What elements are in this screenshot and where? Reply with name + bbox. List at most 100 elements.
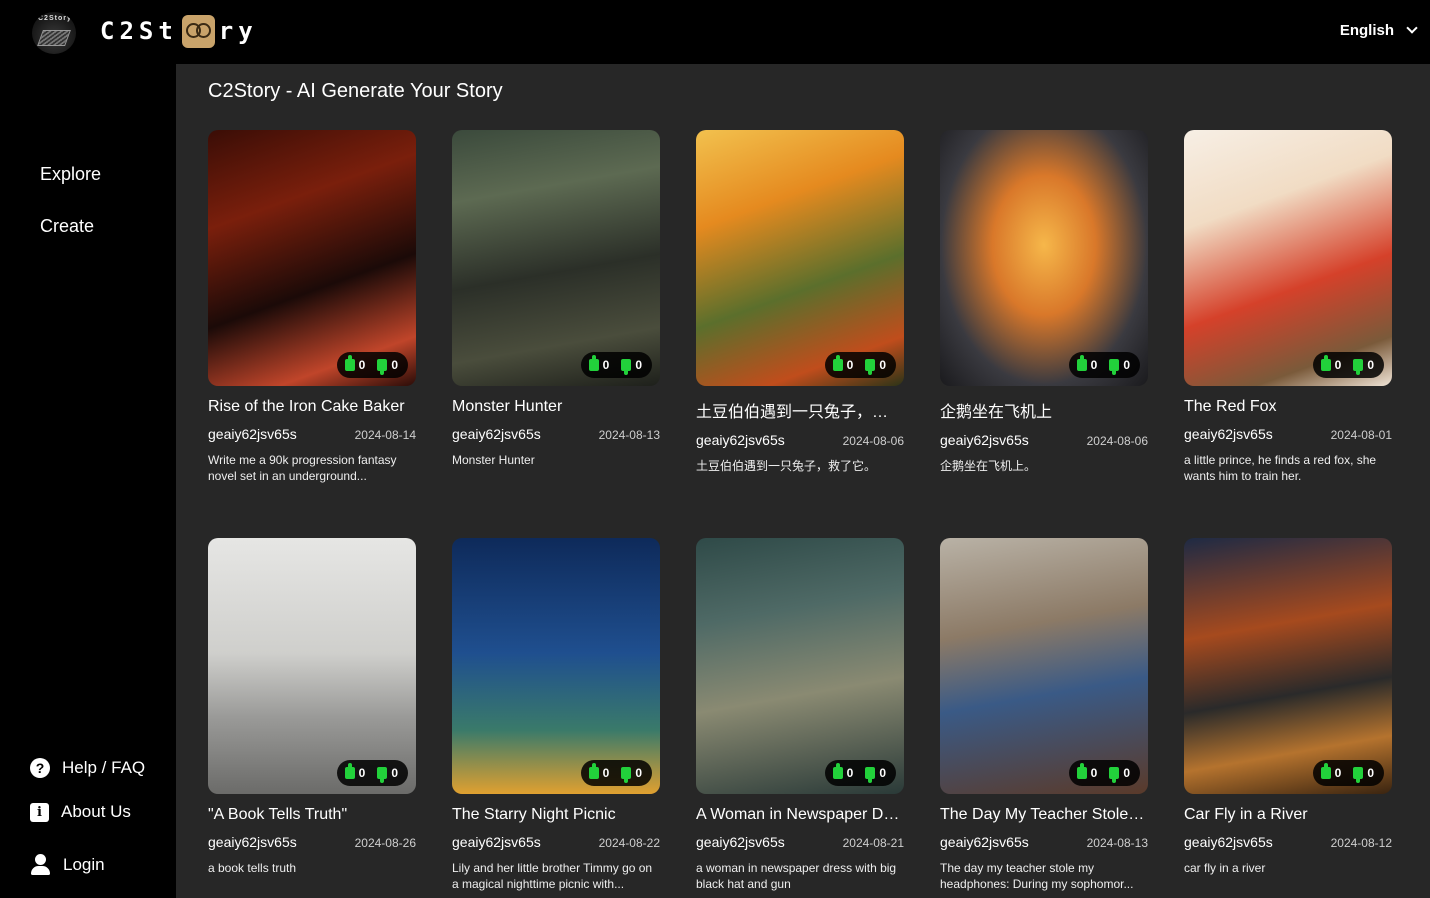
chevron-down-icon xyxy=(1406,22,1418,34)
logo-wordmark[interactable]: C2St ry xyxy=(100,14,258,48)
like-count: 0 xyxy=(358,358,366,372)
like-button[interactable]: 0 xyxy=(588,355,610,372)
like-button[interactable]: 0 xyxy=(1076,355,1098,372)
like-button[interactable]: 0 xyxy=(1320,355,1342,372)
login-link[interactable]: Login xyxy=(30,854,105,875)
story-card[interactable]: 0 0 The Day My Teacher Stole My Headphon… xyxy=(940,538,1148,892)
thumbs-down-icon xyxy=(621,359,632,375)
story-date: 2024-08-13 xyxy=(1086,836,1148,850)
story-card[interactable]: 0 0 The Starry Night Picnic geaiy62jsv65… xyxy=(452,538,660,892)
story-author: geaiy62jsv65s xyxy=(1184,426,1273,442)
story-author: geaiy62jsv65s xyxy=(696,432,785,448)
like-count: 0 xyxy=(602,358,610,372)
about-us-link[interactable]: i About Us xyxy=(30,802,131,822)
like-button[interactable]: 0 xyxy=(1076,763,1097,780)
like-button[interactable]: 0 xyxy=(832,763,854,780)
dislike-count: 0 xyxy=(1367,766,1374,780)
like-button[interactable]: 0 xyxy=(588,763,609,780)
thumbs-down-icon xyxy=(377,767,388,783)
thumbs-up-icon xyxy=(344,763,355,779)
like-button[interactable]: 0 xyxy=(344,355,366,372)
thumbs-up-icon xyxy=(1076,763,1087,779)
story-description: a woman in newspaper dress with big blac… xyxy=(696,861,897,891)
story-title[interactable]: The Day My Teacher Stole My Headphones xyxy=(940,806,1148,824)
story-cover-image[interactable]: 0 0 xyxy=(1184,538,1392,794)
dislike-button[interactable]: 0 xyxy=(621,358,642,375)
vote-pill: 0 0 xyxy=(824,760,896,786)
dislike-count: 0 xyxy=(1123,766,1130,780)
dislike-count: 0 xyxy=(1123,358,1130,372)
like-button[interactable]: 0 xyxy=(832,355,853,372)
story-title[interactable]: A Woman in Newspaper Dress xyxy=(696,806,904,824)
sidebar-item-explore[interactable]: Explore xyxy=(40,164,101,185)
story-title[interactable]: 土豆伯伯遇到一只兔子，救了它。 xyxy=(696,398,904,422)
story-title[interactable]: Rise of the Iron Cake Baker xyxy=(208,398,416,416)
story-meta: geaiy62jsv65s 2024-08-13 xyxy=(940,834,1148,850)
story-title[interactable]: 企鹅坐在飞机上 xyxy=(940,398,1148,422)
story-card[interactable]: 0 0 企鹅坐在飞机上 geaiy62jsv65s 2024-08-06 企鹅坐… xyxy=(940,130,1148,474)
dislike-count: 0 xyxy=(391,766,398,780)
story-card[interactable]: 0 0 The Red Fox geaiy62jsv65s 2024-08-01… xyxy=(1184,130,1392,484)
story-meta: geaiy62jsv65s 2024-08-26 xyxy=(208,834,416,850)
like-button[interactable]: 0 xyxy=(1320,763,1341,780)
dislike-button[interactable]: 0 xyxy=(1353,766,1374,783)
thumbs-up-icon xyxy=(832,355,843,371)
dislike-button[interactable]: 0 xyxy=(377,358,398,375)
story-card[interactable]: 0 0 Rise of the Iron Cake Baker geaiy62j… xyxy=(208,130,416,484)
dislike-count: 0 xyxy=(1367,358,1374,372)
story-card[interactable]: 0 0 A Woman in Newspaper Dress geaiy62js… xyxy=(696,538,904,892)
story-card[interactable]: 0 0 土豆伯伯遇到一只兔子，救了它。 geaiy62jsv65s 2024-0… xyxy=(696,130,904,474)
story-title[interactable]: The Red Fox xyxy=(1184,398,1392,416)
like-count: 0 xyxy=(1334,358,1342,372)
like-count: 0 xyxy=(1090,358,1098,372)
story-title[interactable]: The Starry Night Picnic xyxy=(452,806,660,824)
story-cover-image[interactable]: 0 0 xyxy=(208,538,416,794)
dislike-button[interactable]: 0 xyxy=(1109,766,1130,783)
story-cover-image[interactable]: 0 0 xyxy=(940,538,1148,794)
story-date: 2024-08-13 xyxy=(598,428,660,442)
story-cover-image[interactable]: 0 0 xyxy=(452,130,660,386)
like-count: 0 xyxy=(846,766,854,780)
thumbs-down-icon xyxy=(1353,767,1364,783)
story-cover-image[interactable]: 0 0 xyxy=(208,130,416,386)
thumbs-down-icon xyxy=(377,359,388,375)
sidebar-item-create[interactable]: Create xyxy=(40,216,94,237)
story-title[interactable]: "A Book Tells Truth" xyxy=(208,806,416,824)
story-card[interactable]: 0 0 Monster Hunter geaiy62jsv65s 2024-08… xyxy=(452,130,660,468)
story-title[interactable]: Car Fly in a River xyxy=(1184,806,1392,824)
story-title[interactable]: Monster Hunter xyxy=(452,398,660,416)
story-date: 2024-08-06 xyxy=(1086,434,1148,448)
story-date: 2024-08-21 xyxy=(842,836,904,850)
thumbs-down-icon xyxy=(1109,359,1120,375)
story-cover-image[interactable]: 0 0 xyxy=(696,130,904,386)
page-title: C2Story - AI Generate Your Story xyxy=(208,80,503,102)
story-description: Monster Hunter xyxy=(452,453,535,467)
dislike-button[interactable]: 0 xyxy=(621,766,642,783)
story-description: 企鹅坐在飞机上。 xyxy=(940,459,1037,473)
vote-pill: 0 0 xyxy=(1312,760,1384,786)
language-label: English xyxy=(1339,22,1394,39)
vote-pill: 0 0 xyxy=(1068,352,1140,378)
story-card[interactable]: 0 0 Car Fly in a River geaiy62jsv65s 202… xyxy=(1184,538,1392,876)
story-card[interactable]: 0 0 "A Book Tells Truth" geaiy62jsv65s 2… xyxy=(208,538,416,876)
story-cover-image[interactable]: 0 0 xyxy=(1184,130,1392,386)
help-faq-link[interactable]: ? Help / FAQ xyxy=(30,758,145,778)
dislike-button[interactable]: 0 xyxy=(865,766,886,783)
dislike-button[interactable]: 0 xyxy=(1353,358,1374,375)
story-meta: geaiy62jsv65s 2024-08-12 xyxy=(1184,834,1392,850)
story-cover-image[interactable]: 0 0 xyxy=(452,538,660,794)
dislike-button[interactable]: 0 xyxy=(377,766,398,783)
dislike-button[interactable]: 0 xyxy=(1109,358,1130,375)
like-button[interactable]: 0 xyxy=(344,763,365,780)
dislike-button[interactable]: 0 xyxy=(865,358,886,375)
story-cover-image[interactable]: 0 0 xyxy=(940,130,1148,386)
logo-badge-icon[interactable]: C2Story xyxy=(32,12,76,54)
story-description: a little prince, he finds a red fox, she… xyxy=(1184,453,1377,483)
vote-pill: 0 0 xyxy=(336,352,408,378)
language-select[interactable]: English xyxy=(1339,22,1418,39)
help-faq-label: Help / FAQ xyxy=(62,758,146,777)
story-meta: geaiy62jsv65s 2024-08-21 xyxy=(696,834,904,850)
thumbs-up-icon xyxy=(1320,763,1331,779)
story-cover-image[interactable]: 0 0 xyxy=(696,538,904,794)
vote-pill: 0 0 xyxy=(1068,760,1140,786)
